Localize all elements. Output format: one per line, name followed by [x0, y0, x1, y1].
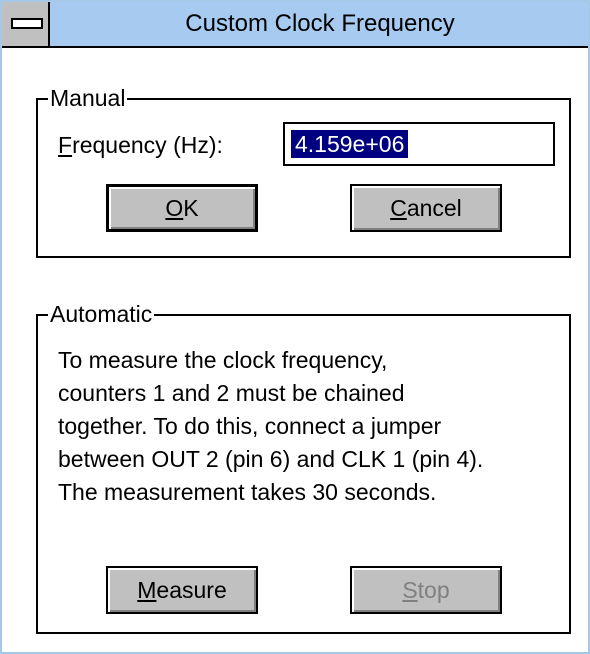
ok-button[interactable]: OK	[106, 184, 258, 232]
description-line: The measurement takes 30 seconds.	[58, 479, 437, 505]
manual-group-label: Manual	[48, 85, 128, 111]
automatic-description: To measure the clock frequency, counters…	[58, 344, 568, 509]
system-menu-bar	[11, 18, 43, 29]
cancel-button-label: ancel	[406, 195, 462, 221]
frequency-label-text: requency (Hz):	[72, 132, 223, 158]
cancel-button[interactable]: Cancel	[350, 184, 502, 232]
ok-button-accelerator: O	[165, 195, 184, 221]
automatic-group-label: Automatic	[48, 301, 155, 327]
description-line: together. To do this, connect a jumper	[58, 413, 442, 439]
stop-button[interactable]: Stop	[350, 566, 502, 614]
window-title: Custom Clock Frequency	[185, 10, 455, 37]
automatic-group: Automatic To measure the clock frequency…	[36, 301, 571, 634]
title-bar[interactable]: Custom Clock Frequency	[2, 2, 588, 48]
frequency-input[interactable]: 4.159e+06	[283, 122, 555, 166]
stop-button-label: top	[417, 577, 450, 603]
description-line: To measure the clock frequency,	[58, 347, 388, 373]
measure-button-label: easure	[156, 577, 227, 603]
measure-button[interactable]: Measure	[106, 566, 258, 614]
description-line: counters 1 and 2 must be chained	[58, 380, 405, 406]
manual-group: Manual Frequency (Hz): 4.159e+06 OK Canc…	[36, 85, 571, 258]
cancel-button-accelerator: C	[390, 195, 407, 221]
custom-clock-frequency-dialog: Custom Clock Frequency Manual Frequency …	[0, 0, 590, 654]
description-line: between OUT 2 (pin 6) and CLK 1 (pin 4).	[58, 446, 484, 472]
stop-button-accelerator: S	[402, 577, 418, 603]
ok-button-label: K	[183, 195, 199, 221]
system-menu-icon[interactable]	[2, 2, 50, 46]
measure-button-accelerator: M	[137, 577, 157, 603]
frequency-input-value[interactable]: 4.159e+06	[291, 130, 409, 158]
frequency-label: Frequency (Hz):	[58, 130, 223, 160]
frequency-label-accelerator: F	[58, 132, 73, 158]
